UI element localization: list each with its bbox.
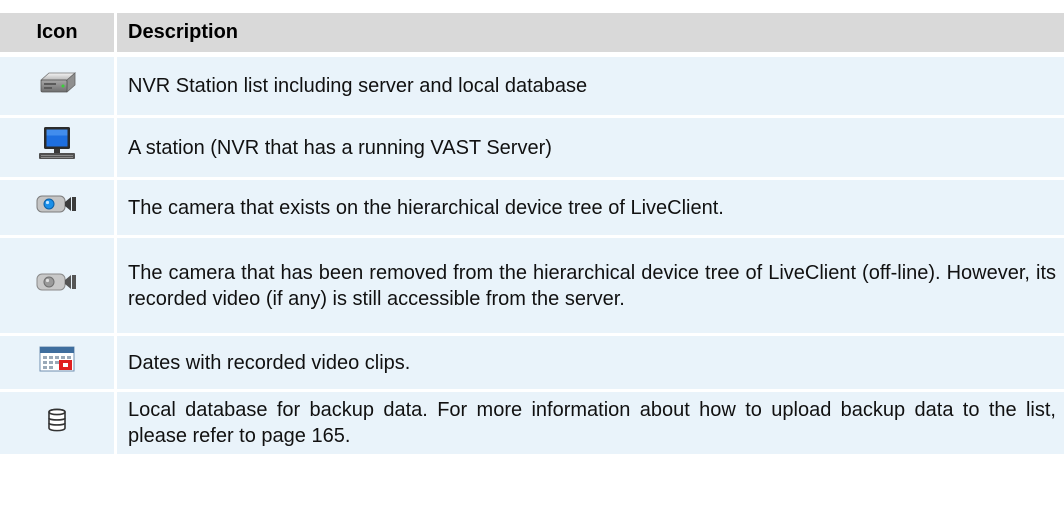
icon-description-table-wrapper: Icon Description NVR Station list includ…: [0, 0, 1064, 454]
description-cell: NVR Station list including server and lo…: [114, 54, 1064, 115]
icon-cell: [0, 115, 114, 177]
icon-cell: [0, 389, 114, 454]
description-cell: Dates with recorded video clips.: [114, 333, 1064, 389]
database-icon: [45, 406, 69, 441]
table-header-row: Icon Description: [0, 13, 1064, 54]
table-row: NVR Station list including server and lo…: [0, 54, 1064, 115]
calendar-icon: [38, 345, 76, 380]
description-cell: A station (NVR that has a running VAST S…: [114, 115, 1064, 177]
header-icon: Icon: [0, 13, 114, 54]
icon-description-table: Icon Description NVR Station list includ…: [0, 13, 1064, 454]
table-row: A station (NVR that has a running VAST S…: [0, 115, 1064, 177]
table-row: The camera that exists on the hierarchic…: [0, 177, 1064, 235]
description-cell: The camera that exists on the hierarchic…: [114, 177, 1064, 235]
icon-cell: [0, 333, 114, 389]
header-description: Description: [114, 13, 1064, 54]
table-row: Local database for backup data. For more…: [0, 389, 1064, 454]
icon-cell: [0, 235, 114, 333]
description-cell: Local database for backup data. For more…: [114, 389, 1064, 454]
nvr-station-list-icon: [37, 68, 77, 105]
table-row: Dates with recorded video clips.: [0, 333, 1064, 389]
camera-online-icon: [35, 193, 79, 222]
table-row: The camera that has been removed from th…: [0, 235, 1064, 333]
camera-offline-icon: [35, 271, 79, 300]
icon-cell: [0, 177, 114, 235]
station-monitor-icon: [37, 126, 77, 169]
icon-cell: [0, 54, 114, 115]
description-cell: The camera that has been removed from th…: [114, 235, 1064, 333]
